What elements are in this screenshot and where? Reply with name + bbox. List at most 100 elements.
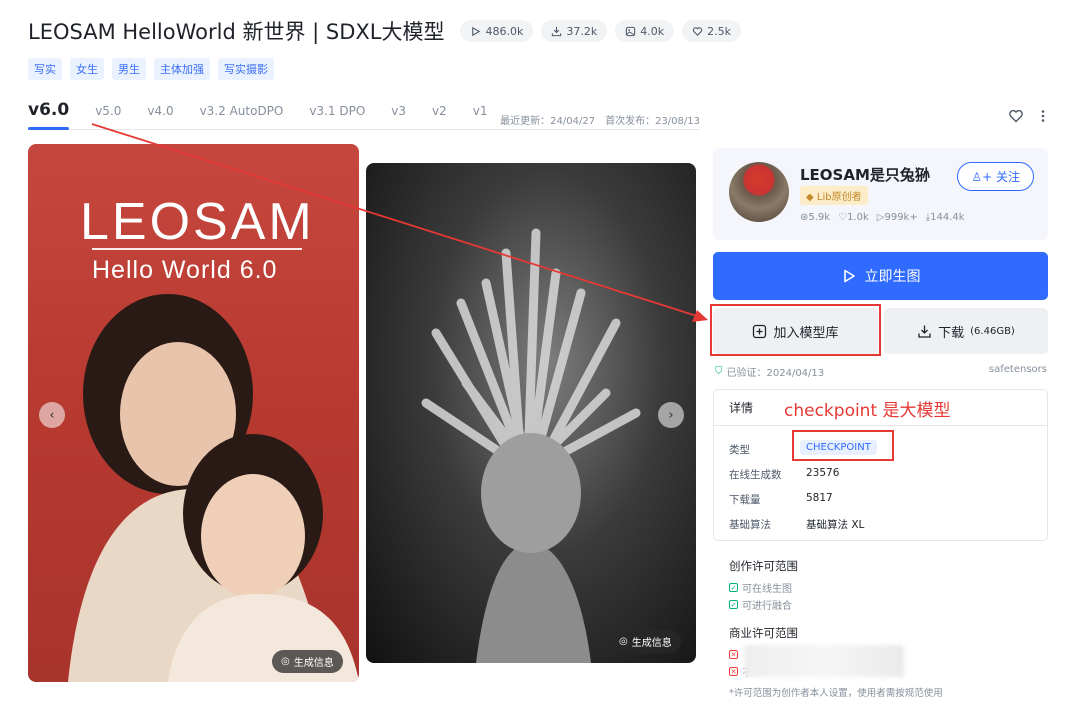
last-updated: 最近更新：24/04/27	[500, 116, 596, 127]
tab-v1[interactable]: v1	[473, 104, 488, 118]
stat-runs: 486.0k	[460, 20, 534, 42]
like-icon: ♡	[838, 212, 848, 223]
license-item-label: 可进行融合	[742, 601, 792, 612]
tag-item[interactable]: 主体加强	[154, 58, 210, 80]
check-icon: ✓	[729, 600, 738, 609]
detail-value-online-gens: 23576	[806, 467, 840, 479]
author-stat-likes-value: 1.0k	[847, 212, 869, 223]
author-stat-runs-value: 999k+	[884, 212, 918, 223]
creator-badge-label: Lib原创者	[816, 192, 862, 203]
generate-button[interactable]: 立即生图	[713, 252, 1048, 300]
check-icon: ✓	[729, 583, 738, 592]
license-item: ✓ 可进行融合	[729, 597, 792, 612]
add-user-icon: ♙+	[971, 170, 993, 184]
hands-sculpture-illustration	[421, 228, 641, 663]
stat-likes-value: 2.5k	[707, 24, 731, 38]
download-icon	[918, 325, 931, 338]
tab-v3-1-dpo[interactable]: v3.1 DPO	[309, 104, 365, 118]
gen-info-label: 生成信息	[293, 658, 334, 669]
tag-item[interactable]: 写实	[28, 58, 62, 80]
avatar[interactable]	[729, 162, 789, 222]
detail-label-base-algo: 基础算法	[729, 519, 771, 531]
tab-v6-0[interactable]: v6.0	[28, 100, 70, 130]
blurred-region	[744, 645, 904, 677]
heart-icon[interactable]	[1008, 108, 1024, 124]
details-title: 详情	[729, 401, 754, 415]
follow-button[interactable]: ♙+ 关注	[957, 162, 1034, 191]
stat-runs-value: 486.0k	[485, 24, 524, 38]
page-title: LEOSAM HelloWorld 新世界 | SDXL大模型	[28, 20, 445, 44]
prev-button[interactable]: ‹	[39, 402, 65, 428]
image-subtitle: Hello World 6.0	[92, 256, 278, 284]
tab-v2[interactable]: v2	[432, 104, 447, 118]
download-size: (6.46GB)	[970, 325, 1015, 337]
create-license-title: 创作许可范围	[729, 559, 798, 573]
tag-item[interactable]: 女生	[70, 58, 104, 80]
eye-icon: ◎	[619, 636, 628, 647]
commercial-license-title: 商业许可范围	[729, 626, 798, 640]
play-icon	[472, 26, 481, 36]
author-stat-downloads: ⤓144.4k	[926, 212, 965, 223]
image-icon	[626, 26, 636, 36]
details-panel: 详情 checkpoint 是大模型 类型 CHECKPOINT 在线生成数 2…	[713, 389, 1048, 541]
license-note: *许可范围为创作者本人设置，使用者需按规范使用	[729, 688, 943, 699]
first-published: 首次发布：23/08/13	[605, 116, 700, 127]
diamond-icon: ◆	[806, 192, 814, 203]
gen-info-button[interactable]: ◎ 生成信息	[272, 650, 343, 673]
cross-icon: ✕	[729, 650, 738, 659]
tab-v3[interactable]: v3	[391, 104, 406, 118]
gen-info-label: 生成信息	[631, 638, 672, 649]
chevron-right-icon: ›	[668, 407, 674, 423]
author-stats: ⊛5.9k ♡1.0k ▷999k+ ⤓144.4k	[800, 212, 965, 223]
more-icon[interactable]	[1040, 109, 1046, 123]
brand-logo: LEOSAM	[80, 193, 315, 251]
stat-likes[interactable]: 2.5k	[682, 20, 741, 42]
detail-value-downloads: 5817	[806, 492, 833, 504]
top-actions	[1008, 108, 1046, 124]
tab-v5-0[interactable]: v5.0	[95, 104, 121, 118]
verified-status: ⛉ 已验证：2024/04/13	[715, 364, 824, 379]
download-button[interactable]: 下载 (6.46GB)	[884, 308, 1048, 354]
stat-downloads-value: 37.2k	[566, 24, 598, 38]
download-icon	[552, 26, 562, 36]
detail-value-base-algo: 基础算法 XL	[806, 519, 865, 531]
version-meta: 最近更新：24/04/27 首次发布：23/08/13	[500, 112, 700, 127]
eye-icon: ◎	[281, 656, 290, 667]
play-icon	[843, 269, 855, 283]
gallery-image-1[interactable]: LEOSAM Hello World 6.0 ‹ ◎ 生成信息	[28, 144, 359, 682]
gallery-image-2[interactable]: › ◎ 生成信息	[366, 163, 696, 663]
generate-label: 立即生图	[864, 269, 921, 285]
annotation-box-type	[792, 430, 894, 461]
gen-info-button[interactable]: ◎ 生成信息	[610, 630, 681, 653]
tag-item[interactable]: 男生	[112, 58, 146, 80]
license-item-label: 可在线生图	[742, 584, 792, 595]
detail-label-online-gens: 在线生成数	[729, 469, 782, 481]
file-format: safetensors	[988, 364, 1047, 375]
detail-label-type: 类型	[729, 444, 750, 456]
author-stat-likes: ♡1.0k	[838, 212, 869, 223]
tag-item[interactable]: 写实摄影	[218, 58, 274, 80]
annotation-text: checkpoint 是大模型	[784, 401, 951, 421]
tab-v4-0[interactable]: v4.0	[147, 104, 173, 118]
license-item: ✓ 可在线生图	[729, 580, 792, 595]
logo-divider	[92, 248, 302, 250]
download-label: 下载	[938, 325, 965, 341]
tag-list: 写实 女生 男生 主体加强 写实摄影	[28, 58, 274, 80]
creator-badge: ◆ Lib原创者	[800, 186, 868, 205]
author-stat-followers-value: 5.9k	[808, 212, 831, 223]
author-stat-downloads-value: 144.4k	[930, 212, 965, 223]
shield-check-icon: ⛉	[715, 366, 723, 377]
next-button[interactable]: ›	[658, 402, 684, 428]
heart-icon	[692, 26, 703, 36]
stat-images-value: 4.0k	[640, 24, 665, 38]
cross-icon: ✕	[729, 667, 738, 676]
chevron-left-icon: ‹	[49, 407, 55, 423]
author-name[interactable]: LEOSAM是只兔狲	[800, 164, 930, 185]
detail-label-downloads: 下载量	[729, 494, 761, 506]
author-stat-runs: ▷999k+	[877, 212, 918, 223]
follow-label: 关注	[995, 170, 1020, 184]
version-bar: v6.0 v5.0 v4.0 v3.2 AutoDPO v3.1 DPO v3 …	[28, 100, 700, 130]
annotation-box-add	[710, 304, 881, 356]
tab-v3-2-autodpo[interactable]: v3.2 AutoDPO	[200, 104, 284, 118]
stat-downloads: 37.2k	[541, 20, 608, 42]
